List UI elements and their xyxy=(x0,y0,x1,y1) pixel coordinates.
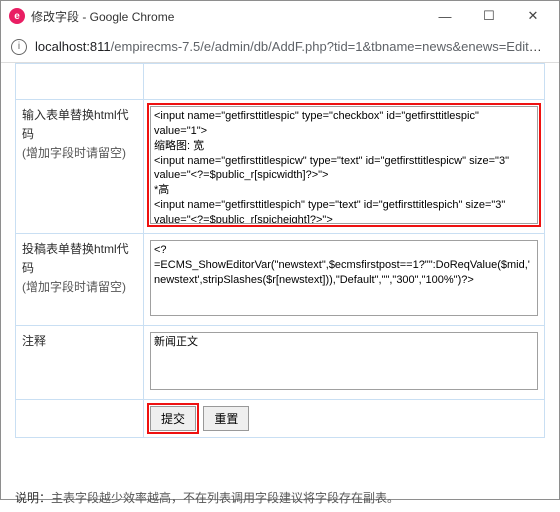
comment-textarea[interactable] xyxy=(150,332,538,390)
input-html-textarea[interactable] xyxy=(150,106,538,224)
row2-sub: (增加字段时请留空) xyxy=(22,278,137,297)
window-titlebar: e 修改字段 - Google Chrome — ☐ ✕ xyxy=(1,1,559,31)
buttons-cell: 提交 重置 xyxy=(144,400,545,438)
reset-button[interactable]: 重置 xyxy=(203,406,249,431)
submit-button[interactable]: 提交 xyxy=(150,406,196,431)
window-title: 修改字段 - Google Chrome xyxy=(31,8,423,25)
row2-cell xyxy=(144,234,545,326)
minimize-button[interactable]: — xyxy=(423,1,467,31)
row3-label-text: 注释 xyxy=(22,332,137,351)
row3-cell xyxy=(144,326,545,400)
page-content: 输入表单替换html代码 (增加字段时请留空) 投稿表单替换html代码 (增加… xyxy=(1,63,559,483)
site-info-icon[interactable]: i xyxy=(11,39,27,55)
row1-label: 输入表单替换html代码 (增加字段时请留空) xyxy=(16,100,144,234)
row2-label-text: 投稿表单替换html代码 xyxy=(22,240,137,278)
row2-label: 投稿表单替换html代码 (增加字段时请留空) xyxy=(16,234,144,326)
submit-html-textarea[interactable] xyxy=(150,240,538,316)
close-button[interactable]: ✕ xyxy=(511,1,555,31)
address-bar[interactable]: i localhost:811/empirecms-7.5/e/admin/db… xyxy=(1,31,559,63)
row1-cell xyxy=(144,100,545,234)
row3-label: 注释 xyxy=(16,326,144,400)
row1-label-text: 输入表单替换html代码 xyxy=(22,106,137,144)
app-icon: e xyxy=(9,8,25,24)
buttons-left xyxy=(16,400,144,438)
row1-sub: (增加字段时请留空) xyxy=(22,144,137,163)
prev-row-left xyxy=(16,64,144,100)
footer-note: 说明：主表字段越少效率越高，不在列表调用字段建议将字段存在副表。 xyxy=(1,483,559,512)
url-text: localhost:811/empirecms-7.5/e/admin/db/A… xyxy=(35,39,549,54)
prev-row-right xyxy=(144,64,545,100)
maximize-button[interactable]: ☐ xyxy=(467,1,511,31)
form-table: 输入表单替换html代码 (增加字段时请留空) 投稿表单替换html代码 (增加… xyxy=(15,63,545,438)
